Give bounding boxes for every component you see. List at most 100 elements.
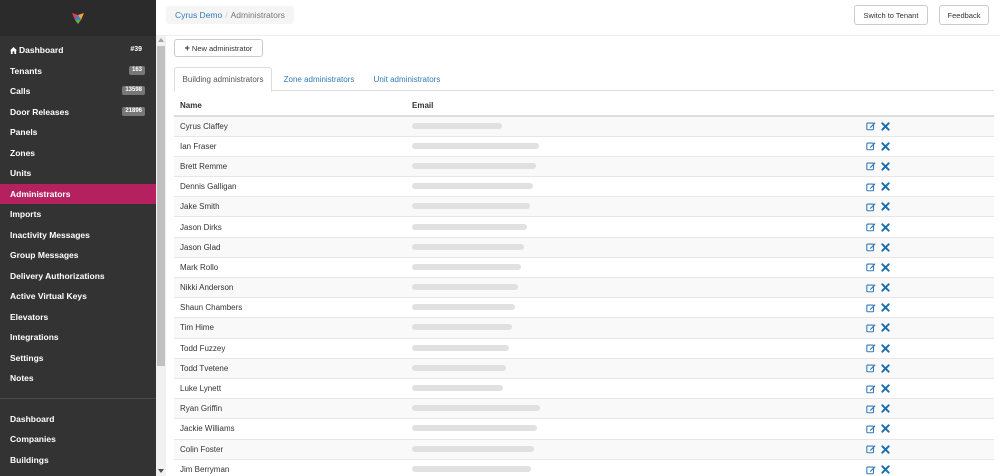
sidebar-item-imports[interactable]: Imports bbox=[0, 204, 156, 225]
table-row: Jason Glad bbox=[174, 236, 994, 258]
sidebar-item-door-releases[interactable]: Door Releases 21896 bbox=[0, 102, 156, 123]
edit-icon[interactable] bbox=[866, 465, 876, 475]
tab-bar: Building administrators Zone administrat… bbox=[174, 67, 994, 92]
delete-icon[interactable] bbox=[881, 323, 890, 333]
tab-unit-administrators[interactable]: Unit administrators bbox=[366, 67, 448, 91]
sidebar-item-integrations[interactable]: Integrations bbox=[0, 327, 156, 348]
breadcrumb-parent-link[interactable]: Cyrus Demo bbox=[175, 10, 222, 20]
edit-icon[interactable] bbox=[866, 242, 876, 252]
scroll-thumb[interactable] bbox=[157, 46, 165, 366]
tab-zone-administrators[interactable]: Zone administrators bbox=[276, 67, 362, 91]
admin-name: Shaun Chambers bbox=[174, 297, 406, 318]
delete-icon[interactable] bbox=[881, 404, 890, 413]
edit-icon[interactable] bbox=[866, 141, 876, 151]
edit-icon[interactable] bbox=[866, 384, 876, 394]
delete-icon[interactable] bbox=[881, 303, 890, 312]
admin-name: Ian Fraser bbox=[174, 135, 406, 157]
delete-icon[interactable] bbox=[881, 222, 890, 232]
edit-icon[interactable] bbox=[866, 121, 876, 131]
feedback-button[interactable]: Feedback bbox=[939, 5, 989, 25]
sidebar-item-units[interactable]: Units bbox=[0, 163, 156, 184]
edit-icon[interactable] bbox=[866, 283, 876, 293]
delete-icon[interactable] bbox=[881, 202, 890, 211]
new-administrator-button[interactable]: + New administrator bbox=[174, 39, 263, 57]
edit-icon[interactable] bbox=[866, 303, 876, 313]
edit-icon[interactable] bbox=[866, 444, 876, 454]
edit-icon[interactable] bbox=[866, 323, 876, 333]
edit-icon[interactable] bbox=[866, 363, 876, 373]
admin-email-cell bbox=[406, 317, 866, 339]
table-row: Brett Remme bbox=[174, 155, 994, 177]
plus-icon: + bbox=[184, 43, 190, 53]
edit-icon[interactable] bbox=[866, 202, 876, 212]
delete-icon[interactable] bbox=[881, 444, 890, 454]
delete-icon[interactable] bbox=[881, 263, 890, 272]
sidebar-item-active-virtual-keys[interactable]: Active Virtual Keys bbox=[0, 286, 156, 307]
admin-email-cell bbox=[406, 377, 866, 399]
admin-name: Colin Foster bbox=[174, 438, 406, 460]
sidebar: Dashboard #39 Tenants 163 Calls 13598 Door Rel… bbox=[0, 0, 156, 476]
sidebar-item-label: Group Messages bbox=[10, 250, 79, 261]
table-header-row: Name Email bbox=[174, 96, 994, 117]
admin-email-cell bbox=[406, 297, 866, 318]
breadcrumb-separator: / bbox=[225, 10, 228, 20]
sidebar-item-label: Panels bbox=[10, 127, 38, 138]
sidebar-item-label: Zones bbox=[10, 147, 36, 158]
sidebar-item-zones[interactable]: Zones bbox=[0, 143, 156, 164]
sidebar-item-calls[interactable]: Calls 13598 bbox=[0, 81, 156, 102]
admin-email-cell bbox=[406, 256, 866, 278]
sidebar-item-panels[interactable]: Panels bbox=[0, 122, 156, 143]
row-actions bbox=[866, 297, 994, 318]
row-actions bbox=[866, 115, 994, 137]
delete-icon[interactable] bbox=[881, 364, 890, 373]
delete-icon[interactable] bbox=[881, 182, 890, 191]
admin-name: Tim Hime bbox=[174, 317, 406, 339]
brand-logo[interactable] bbox=[0, 0, 156, 36]
sidebar-scrollbar[interactable] bbox=[156, 36, 166, 476]
sidebar-item-notes[interactable]: Notes bbox=[0, 368, 156, 389]
sidebar-secondary-item-dashboard[interactable]: Dashboard bbox=[0, 409, 156, 430]
scroll-up-icon[interactable] bbox=[158, 38, 164, 42]
sidebar-secondary-item-companies[interactable]: Companies bbox=[0, 429, 156, 450]
blurred-email bbox=[412, 304, 515, 311]
admin-email-cell bbox=[406, 276, 866, 298]
table-row: Ian Fraser bbox=[174, 135, 994, 157]
sidebar-item-dashboard[interactable]: Dashboard #39 bbox=[0, 40, 156, 61]
scroll-down-icon[interactable] bbox=[158, 469, 164, 473]
edit-icon[interactable] bbox=[866, 182, 876, 192]
sidebar-item-administrators[interactable]: Administrators bbox=[0, 183, 156, 204]
delete-icon[interactable] bbox=[881, 465, 890, 474]
sidebar-secondary-item-buildings[interactable]: Buildings bbox=[0, 450, 156, 471]
count-badge: 13598 bbox=[122, 86, 145, 95]
edit-icon[interactable] bbox=[866, 424, 876, 434]
admin-email-cell bbox=[406, 458, 866, 476]
delete-icon[interactable] bbox=[881, 162, 890, 171]
sidebar-item-label: Delivery Authorizations bbox=[10, 270, 105, 281]
edit-icon[interactable] bbox=[866, 343, 876, 353]
tab-building-administrators[interactable]: Building administrators bbox=[174, 67, 272, 92]
admin-name: Brett Remme bbox=[174, 155, 406, 177]
sidebar-item-tenants[interactable]: Tenants 163 bbox=[0, 61, 156, 82]
edit-icon[interactable] bbox=[866, 404, 876, 414]
delete-icon[interactable] bbox=[881, 142, 890, 151]
delete-icon[interactable] bbox=[881, 384, 890, 393]
delete-icon[interactable] bbox=[881, 424, 890, 434]
delete-icon[interactable] bbox=[881, 122, 890, 131]
breadcrumb: Cyrus Demo / Administrators bbox=[166, 6, 294, 24]
sidebar-item-group-messages[interactable]: Group Messages bbox=[0, 245, 156, 266]
edit-icon[interactable] bbox=[866, 262, 876, 272]
switch-to-tenant-button[interactable]: Switch to Tenant bbox=[854, 5, 928, 25]
sidebar-item-label: Active Virtual Keys bbox=[10, 291, 87, 302]
row-actions bbox=[866, 196, 994, 217]
edit-icon[interactable] bbox=[866, 222, 876, 232]
sidebar-item-delivery-authorizations[interactable]: Delivery Authorizations bbox=[0, 266, 156, 287]
table-row: Colin Foster bbox=[174, 438, 994, 460]
delete-icon[interactable] bbox=[881, 283, 890, 292]
sidebar-item-inactivity-messages[interactable]: Inactivity Messages bbox=[0, 225, 156, 246]
sidebar-item-settings[interactable]: Settings bbox=[0, 348, 156, 369]
delete-icon[interactable] bbox=[881, 243, 890, 252]
delete-icon[interactable] bbox=[881, 344, 890, 353]
blurred-email bbox=[412, 324, 512, 331]
sidebar-item-elevators[interactable]: Elevators bbox=[0, 307, 156, 328]
edit-icon[interactable] bbox=[866, 161, 876, 171]
